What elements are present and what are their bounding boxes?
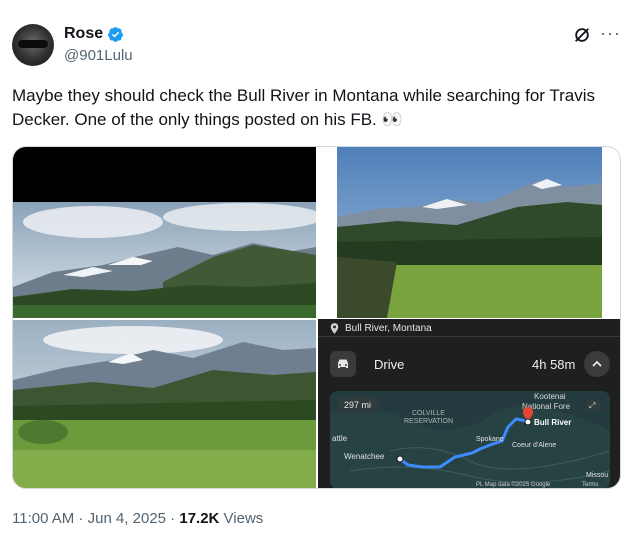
media-grid: Bull River, Montana Drive 4h 58m 297 mi — [12, 146, 621, 489]
origin-dot — [396, 455, 404, 463]
photo-mountain-2[interactable] — [337, 147, 602, 318]
location-pin-icon — [330, 323, 339, 334]
missoula-label: Missou — [586, 472, 608, 479]
terms-link[interactable]: Terms — [582, 482, 598, 488]
tweet-meta: 11:00 AM · Jun 4, 2025 · 17.2K Views — [12, 510, 263, 527]
grok-icon[interactable] — [573, 26, 591, 44]
wenatchee-label: Wenatchee — [344, 452, 385, 461]
map-attribution: PL Map data ©2025 Google — [476, 481, 551, 488]
photo-meadow[interactable] — [13, 320, 316, 488]
avatar[interactable] — [12, 24, 54, 66]
author-name[interactable]: Rose — [64, 25, 103, 43]
location-header: Bull River, Montana — [330, 323, 432, 334]
seattle-label: attle — [332, 434, 348, 443]
reservation-label-1: COLVILLE — [412, 410, 445, 417]
destination-dot — [524, 418, 532, 426]
tweet-time[interactable]: 11:00 AM — [12, 510, 74, 527]
travel-duration: 4h 58m — [532, 357, 576, 372]
car-icon — [338, 359, 348, 368]
more-options-icon[interactable]: ··· — [600, 24, 621, 42]
views-count: 17.2K — [179, 510, 220, 527]
kootenai-label: Kootenai — [534, 392, 566, 401]
chevron-up-icon — [592, 360, 602, 367]
map-view[interactable]: 297 mi COLVILLE RESERVATION Kootenai Nat… — [330, 391, 610, 488]
coeur-label: Coeur d'Alene — [512, 442, 556, 449]
reservation-label-2: RESERVATION — [404, 418, 453, 425]
author-handle[interactable]: @901Lulu — [64, 47, 133, 64]
tweet-date[interactable]: Jun 4, 2025 — [88, 510, 166, 527]
views-label: Views — [219, 510, 264, 527]
drive-mode-button[interactable] — [330, 351, 356, 377]
collapse-button[interactable] — [584, 351, 610, 377]
meta-separator: · — [166, 510, 180, 527]
location-text: Bull River, Montana — [345, 323, 432, 334]
distance-text: 297 mi — [344, 400, 371, 410]
travel-mode-label: Drive — [374, 357, 405, 372]
expand-icon: ⤢ — [588, 401, 595, 410]
verified-badge-icon — [108, 26, 124, 42]
author-row: Rose — [64, 25, 124, 43]
destination-label: Bull River — [534, 418, 571, 427]
map-screenshot[interactable]: Bull River, Montana Drive 4h 58m 297 mi — [318, 319, 620, 488]
photo-mountain-1[interactable] — [13, 147, 316, 318]
tweet-text: Maybe they should check the Bull River i… — [12, 86, 596, 129]
meta-separator: · — [74, 510, 88, 527]
spokane-label: Spokane — [476, 436, 504, 443]
